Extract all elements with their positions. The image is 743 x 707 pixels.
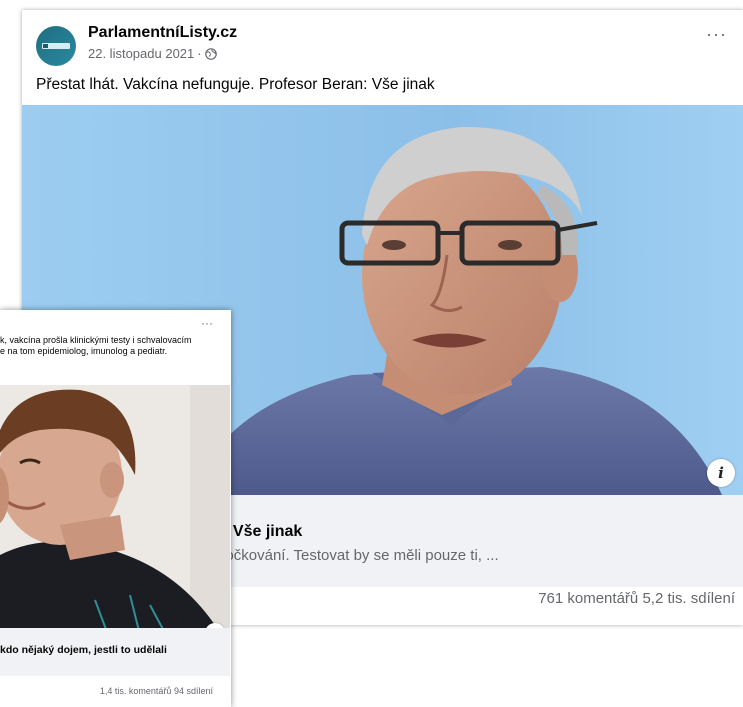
comments-count[interactable]: 761 komentářů	[538, 590, 638, 607]
page-avatar[interactable]	[36, 26, 76, 66]
overlay-comments-count[interactable]: 1,4 tis. komentářů	[100, 686, 172, 696]
post-header: ParlamentníListy.cz 22. listopadu 2021 ·…	[22, 10, 743, 110]
overlay-post-stats: 1,4 tis. komentářů 94 sdílení	[100, 686, 213, 696]
overlay-link-title[interactable]: kdo nějaký dojem, jestli to udělali	[0, 644, 167, 656]
globe-icon	[204, 47, 217, 60]
meta-separator: ·	[197, 46, 202, 61]
more-options-icon[interactable]: ···	[706, 24, 727, 45]
overlay-more-options-icon[interactable]: ···	[201, 316, 213, 330]
avatar-logo-mark	[43, 44, 48, 48]
overlay-shares-count[interactable]: 94 sdílení	[174, 686, 213, 696]
post-meta: 22. listopadu 2021 ·	[88, 46, 217, 61]
overlay-link-preview[interactable]: kdo nějaký dojem, jestli to udělali	[0, 628, 230, 676]
photo-info-icon[interactable]: i	[707, 459, 735, 487]
post-text: Přestat lhát. Vakcína nefunguje. Profeso…	[36, 76, 435, 93]
page-name-link[interactable]: ParlamentníListy.cz	[88, 24, 237, 42]
overlay-post-text: k, vakcína prošla klinickými testy i sch…	[0, 335, 230, 357]
overlay-text-line1: k, vakcína prošla klinickými testy i sch…	[0, 335, 192, 345]
post-stats: 761 komentářů 5,2 tis. sdílení	[538, 590, 735, 607]
post-date[interactable]: 22. listopadu 2021	[88, 46, 194, 61]
overlay-text-line2: e na tom epidemiolog, imunolog a pediatr…	[0, 346, 168, 356]
shares-count[interactable]: 5,2 tis. sdílení	[642, 590, 735, 607]
overlay-post-photo[interactable]: i	[0, 385, 230, 655]
boy-illustration	[0, 385, 230, 655]
overlay-post-card: ··· k, vakcína prošla klinickými testy i…	[0, 310, 231, 707]
